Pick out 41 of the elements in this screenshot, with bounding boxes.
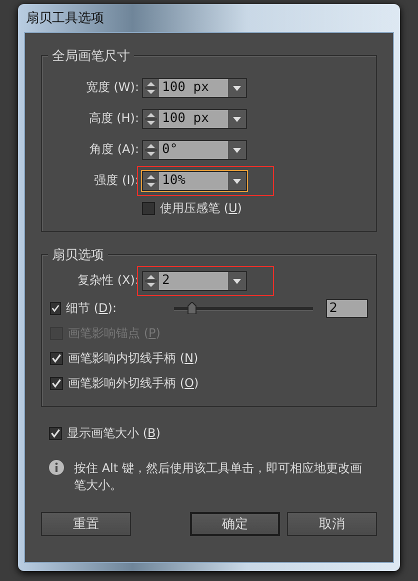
checkbox[interactable]: [50, 352, 63, 365]
spin-arrows-icon[interactable]: [143, 110, 159, 128]
checkbox[interactable]: [50, 302, 62, 315]
checkbox[interactable]: [50, 377, 63, 390]
value-field[interactable]: 100 px: [142, 108, 247, 128]
spin-arrows-icon[interactable]: [143, 172, 159, 190]
dropdown-icon[interactable]: [228, 140, 246, 158]
value-field[interactable]: 10%: [142, 170, 247, 190]
spin-arrows-icon[interactable]: [143, 140, 159, 158]
dialog-button[interactable]: 重置: [41, 512, 131, 536]
checkbox-label: 画笔影响外切线手柄 (O): [68, 375, 199, 392]
value-field[interactable]: 2: [142, 270, 247, 290]
checkbox-label: 显示画笔大小 (B): [67, 425, 160, 442]
dropdown-icon[interactable]: [228, 110, 246, 128]
group-title: 全局画笔尺寸: [48, 47, 134, 65]
spin-arrows-icon[interactable]: [143, 272, 159, 290]
detail-slider[interactable]: [174, 302, 314, 316]
dropdown-icon[interactable]: [228, 172, 246, 190]
dropdown-icon[interactable]: [228, 78, 246, 96]
field-label: 强度 (I):: [93, 172, 140, 189]
slider-thumb[interactable]: [186, 302, 197, 314]
checkbox-label: 使用压感笔 (U): [160, 200, 242, 217]
field-label: 高度 (H):: [88, 110, 140, 127]
checkbox[interactable]: [49, 427, 62, 440]
checkbox-label: 细节 (D):: [66, 300, 117, 317]
field-label: 角度 (A):: [88, 141, 140, 158]
dialog-button[interactable]: 确定: [190, 512, 280, 536]
dropdown-icon[interactable]: [228, 272, 246, 290]
field-label: 复杂性 (X):: [76, 272, 140, 289]
checkbox[interactable]: [142, 202, 155, 215]
checkbox-label: 画笔影响内切线手柄 (N): [68, 350, 198, 367]
value-field[interactable]: 0°: [142, 140, 247, 160]
info-icon: [49, 460, 64, 475]
window-title: 扇贝工具选项: [26, 10, 104, 27]
field-label: 宽度 (W):: [84, 79, 140, 96]
value-field[interactable]: 100 px: [142, 78, 247, 98]
spin-arrows-icon[interactable]: [143, 78, 159, 96]
detail-value-field[interactable]: 2: [326, 299, 368, 318]
group-title: 扇贝选项: [48, 246, 108, 264]
dialog-button[interactable]: 取消: [287, 512, 377, 536]
info-text: 按住 Alt 键，然后使用该工具单击，即可相应地更改画笔大小。: [74, 460, 363, 494]
